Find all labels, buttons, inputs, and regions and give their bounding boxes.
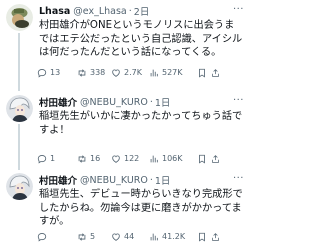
reply-button[interactable] — [37, 232, 77, 242]
separator: · — [128, 5, 132, 17]
reply-button[interactable]: 13 — [37, 68, 77, 78]
tweet-header: 村田雄介 @NEBU_KURO · 1日 ··· — [39, 173, 246, 187]
author-handle[interactable]: @NEBU_KURO — [80, 175, 148, 186]
repost-icon — [78, 155, 86, 163]
views-count: 527K — [162, 68, 183, 77]
bookmark-button[interactable] — [197, 232, 211, 242]
views-chart-icon — [150, 155, 158, 163]
repost-count: 338 — [90, 68, 106, 77]
bookmark-button[interactable] — [197, 68, 211, 78]
reply-icon — [37, 69, 47, 78]
like-count: 122 — [124, 154, 140, 163]
views-button[interactable]: 106K — [149, 154, 197, 164]
views-button[interactable]: 527K — [149, 68, 197, 78]
thread-line — [18, 33, 20, 91]
share-button[interactable] — [211, 68, 223, 78]
views-count: 106K — [162, 154, 183, 163]
timestamp[interactable]: 1日 — [155, 95, 171, 109]
views-chart-icon — [150, 233, 158, 241]
repost-count: 16 — [90, 154, 101, 163]
author-name[interactable]: 村田雄介 — [39, 173, 77, 187]
more-icon[interactable]: ··· — [233, 4, 244, 16]
share-button[interactable] — [211, 154, 223, 164]
share-icon — [212, 155, 219, 163]
share-icon — [212, 69, 219, 77]
reply-button[interactable]: 1 — [37, 154, 77, 164]
avatar-lhasa[interactable] — [6, 4, 33, 31]
author-handle[interactable]: @NEBU_KURO — [80, 97, 148, 108]
views-button[interactable]: 41.2K — [149, 232, 197, 242]
avatar-nebu-kuro[interactable] — [6, 173, 33, 200]
separator: · — [149, 174, 153, 186]
tweet-header: Lhasa @ex_Lhasa · 2日 ··· — [39, 4, 246, 18]
author-name[interactable]: 村田雄介 — [39, 95, 77, 109]
action-bar: 13 338 2.7K 527K — [37, 67, 246, 79]
tweet-text: 稲垣先生、デビュー時からいきなり完成形でしたからね。勿論今は更に磨きがかかってま… — [39, 189, 243, 227]
action-bar: 1 16 122 106K — [37, 153, 246, 165]
heart-icon — [112, 233, 120, 241]
author-name[interactable]: Lhasa — [39, 6, 70, 17]
action-bar: 5 44 41.2K — [37, 231, 246, 243]
like-button[interactable]: 2.7K — [111, 68, 149, 78]
repost-button[interactable]: 338 — [77, 68, 111, 78]
views-count: 41.2K — [162, 232, 186, 241]
timestamp[interactable]: 1日 — [155, 173, 171, 187]
reply-count: 1 — [50, 154, 56, 163]
like-button[interactable]: 122 — [111, 154, 149, 164]
reply-icon — [37, 233, 47, 242]
tweet[interactable]: 村田雄介 @NEBU_KURO · 1日 ··· 稲垣先生、デビュー時からいきな… — [0, 170, 250, 247]
more-icon[interactable]: ··· — [233, 95, 244, 107]
author-handle[interactable]: @ex_Lhasa — [73, 6, 126, 17]
share-button[interactable] — [211, 232, 223, 242]
repost-count: 5 — [90, 232, 96, 241]
tweet-text: 稲垣先生がいかに凄かったかってちゅう話ですよ！ — [39, 111, 243, 136]
like-count: 44 — [124, 232, 135, 241]
bookmark-icon — [199, 154, 205, 164]
reply-icon — [37, 155, 47, 164]
heart-icon — [112, 69, 120, 77]
like-count: 2.7K — [124, 68, 142, 77]
more-icon[interactable]: ··· — [233, 173, 244, 185]
share-icon — [212, 233, 219, 241]
like-button[interactable]: 44 — [111, 232, 149, 242]
tweet[interactable]: Lhasa @ex_Lhasa · 2日 ··· 村田雄介がONEというモノリス… — [0, 0, 250, 91]
tweet-text: 村田雄介がONEというモノリスに出会うまではエテ公だったという自己認識、アイシル… — [39, 20, 243, 58]
thread-line — [18, 124, 20, 170]
separator: · — [149, 96, 153, 108]
repost-button[interactable]: 16 — [77, 154, 111, 164]
heart-icon — [112, 155, 120, 163]
bookmark-icon — [199, 232, 205, 242]
repost-icon — [78, 69, 86, 77]
repost-button[interactable]: 5 — [77, 232, 111, 242]
bookmark-icon — [199, 68, 205, 78]
views-chart-icon — [150, 69, 158, 77]
reply-count: 13 — [50, 68, 61, 77]
tweet[interactable]: 村田雄介 @NEBU_KURO · 1日 ··· 稲垣先生がいかに凄かったかって… — [0, 91, 250, 170]
tweet-header: 村田雄介 @NEBU_KURO · 1日 ··· — [39, 95, 246, 109]
timestamp[interactable]: 2日 — [134, 4, 150, 18]
bookmark-button[interactable] — [197, 154, 211, 164]
repost-icon — [78, 233, 86, 241]
avatar-nebu-kuro[interactable] — [6, 95, 33, 122]
